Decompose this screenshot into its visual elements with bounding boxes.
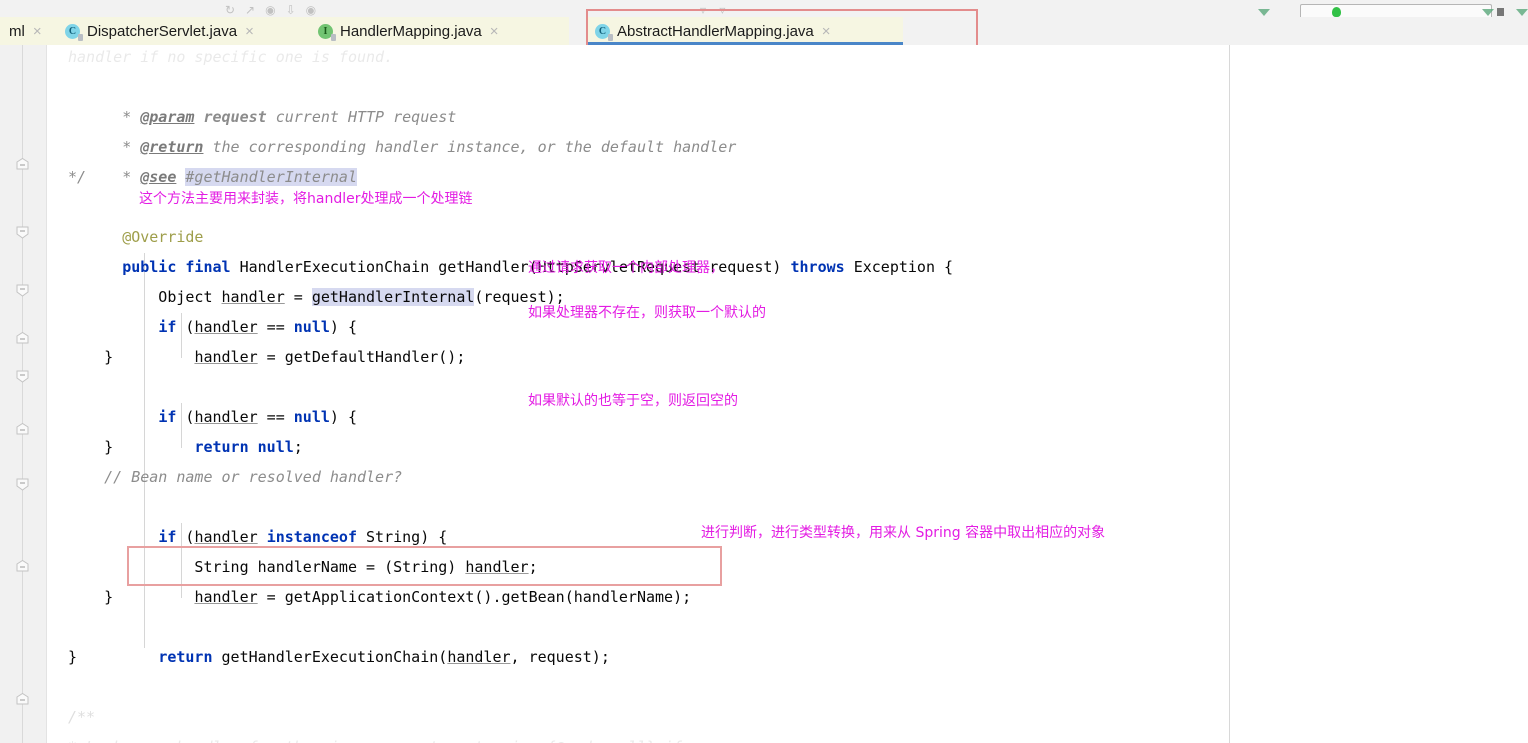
code-line: // Bean name or resolved handler?	[68, 468, 403, 486]
chevron-down-icon[interactable]	[1258, 9, 1270, 16]
editor-tab-handlermapping[interactable]: I HandlerMapping.java ×	[309, 17, 569, 45]
code-content[interactable]: handler if no specific one is found. * @…	[46, 45, 1528, 743]
code-line: */	[68, 168, 87, 186]
main-toolbar: ↻ ↗ ◉ ⇩ ◉ ▿ ▿	[0, 0, 1528, 18]
code-line: return null;	[194, 438, 303, 456]
code-line: public final HandlerExecutionChain getHa…	[122, 258, 954, 276]
fold-marker-collapse-icon[interactable]	[15, 158, 30, 173]
editor-gutter[interactable]	[0, 45, 47, 743]
code-line: }	[68, 348, 114, 366]
run-icon[interactable]	[1332, 7, 1341, 17]
fold-marker-collapse-icon[interactable]	[15, 332, 30, 347]
fold-marker-expand-icon[interactable]	[15, 370, 30, 385]
code-line: }	[68, 438, 114, 456]
code-line: return getHandlerExecutionChain(handler,…	[158, 648, 610, 666]
code-line: if (handler == null) {	[158, 408, 357, 426]
java-interface-icon: I	[318, 23, 336, 41]
fold-marker-collapse-icon[interactable]	[15, 423, 30, 438]
fold-marker-collapse-icon[interactable]	[15, 693, 30, 708]
code-line: Object handler = getHandlerInternal(requ…	[122, 288, 565, 306]
code-line: * @see #getHandlerInternal	[122, 168, 357, 186]
code-line: * Look up a handler for the given reques…	[68, 732, 709, 743]
toolbar-ghost-glyphs: ↻ ↗ ◉ ⇩ ◉	[225, 3, 317, 17]
editor-tab-label: ml	[9, 22, 25, 40]
code-line: handler if no specific one is found.	[68, 48, 394, 66]
java-class-icon: C	[65, 23, 83, 41]
editor-tab-label: DispatcherServlet.java	[87, 22, 238, 40]
code-line: /**	[68, 708, 96, 726]
chinese-annotation-5: 进行判断，进行类型转换，用来从 Spring 容器中取出相应的对象	[701, 525, 1106, 541]
toolbar-ghost-glyphs-right: ▿ ▿	[700, 3, 726, 17]
close-icon[interactable]: ×	[490, 24, 499, 39]
code-line: * @return the corresponding handler inst…	[122, 138, 737, 156]
fold-guide-line	[22, 45, 23, 743]
fold-marker-expand-icon[interactable]	[15, 478, 30, 493]
chinese-annotation-1: 这个方法主要用来封装，将handler处理成一个处理链	[139, 191, 473, 207]
close-icon[interactable]: ×	[33, 24, 42, 39]
more-icon[interactable]	[1516, 9, 1528, 16]
code-line: String handlerName = (String) handler;	[122, 558, 538, 576]
code-line: if (handler == null) {	[158, 318, 357, 336]
close-icon[interactable]: ×	[245, 24, 254, 39]
code-editor[interactable]: handler if no specific one is found. * @…	[0, 45, 1528, 743]
run-config-combo[interactable]	[1300, 4, 1492, 17]
java-class-icon: C	[595, 23, 613, 41]
editor-tab-label: HandlerMapping.java	[340, 22, 482, 40]
fold-marker-collapse-icon[interactable]	[15, 560, 30, 575]
code-line: }	[68, 648, 78, 666]
stop-icon[interactable]	[1497, 8, 1504, 16]
editor-tab-xml[interactable]: ml ×	[0, 17, 56, 45]
chinese-annotation-4: 如果默认的也等于空，则返回空的	[528, 393, 738, 409]
fold-marker-expand-icon[interactable]	[15, 226, 30, 241]
chinese-annotation-3: 如果处理器不存在，则获取一个默认的	[528, 305, 766, 321]
editor-tab-abstracthandlermapping[interactable]: C AbstractHandlerMapping.java ×	[586, 17, 903, 45]
code-line: * @param request current HTTP request	[122, 108, 457, 126]
fold-marker-expand-icon[interactable]	[15, 284, 30, 299]
debug-icon[interactable]	[1482, 9, 1494, 16]
code-line: }	[68, 588, 114, 606]
editor-tab-label: AbstractHandlerMapping.java	[617, 22, 814, 40]
close-icon[interactable]: ×	[822, 24, 831, 39]
editor-tab-bar: ml × C DispatcherServlet.java × I Handle…	[0, 17, 1528, 45]
code-line: if (handler instanceof String) {	[158, 528, 448, 546]
editor-tab-dispatcherservlet[interactable]: C DispatcherServlet.java ×	[56, 17, 309, 45]
chinese-annotation-2: 通过请求获取一个内部处理器，	[528, 260, 724, 276]
code-line: handler = getApplicationContext().getBea…	[194, 588, 692, 606]
code-line: handler = getDefaultHandler();	[194, 348, 466, 366]
